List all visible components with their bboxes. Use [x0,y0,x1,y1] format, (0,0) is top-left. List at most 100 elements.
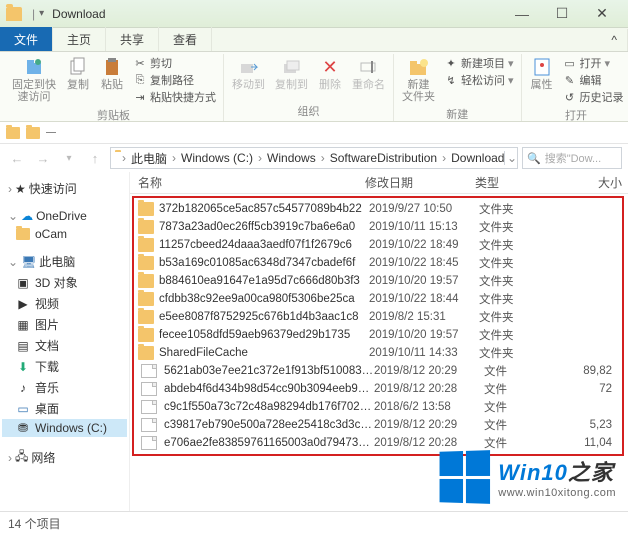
file-row[interactable]: e706ae2fe83859761165003a0d794736ea...201… [134,434,622,452]
nav-videos[interactable]: ▶视频 [2,293,127,314]
copy-button[interactable]: 复制 [62,54,94,106]
file-type: 文件夹 [479,219,534,235]
nav-quick-access[interactable]: ›★快速访问 [2,178,127,199]
file-row[interactable]: c39817eb790e500a728ee25418c3d3c0737...20… [134,416,622,434]
cut-button[interactable]: ✂剪切 [133,55,216,71]
edit-button[interactable]: ✎编辑 [563,72,624,88]
copypath-button[interactable]: ⎘复制路径 [133,72,216,88]
nav-music[interactable]: ♪音乐 [2,377,127,398]
column-headers: 名称 修改日期 类型 大小 [130,172,628,194]
tab-file[interactable]: 文件 [0,27,53,51]
close-button[interactable]: ✕ [582,1,622,27]
star-icon: ★ [15,182,26,196]
drive-icon: ⛃ [16,421,30,435]
file-date: 2018/6/2 13:58 [374,401,484,413]
file-name: e706ae2fe83859761165003a0d794736ea... [164,437,374,449]
newitem-button[interactable]: ✦新建项目 ▾ [444,55,514,71]
moveto-button[interactable]: 移动到 [228,54,269,93]
pin-button[interactable]: 固定到快 速访问 [8,54,60,106]
ribbon-collapse-icon[interactable]: ^ [601,29,628,51]
file-row[interactable]: 5621ab03e7ee21c372e1f913bf5100837d6...20… [134,362,622,380]
col-type[interactable]: 类型 [475,174,530,191]
history-button[interactable]: ↺历史记录 [563,89,624,105]
minimize-button[interactable]: — [502,1,542,27]
file-row[interactable]: e5ee8087f8752925c676b1d4b3aac1c82019/8/2… [134,308,622,326]
file-type: 文件 [484,399,539,415]
file-type: 文件夹 [479,255,534,271]
address-bar[interactable]: ›此电脑 ›Windows (C:) ›Windows ›SoftwareDis… [110,147,518,169]
folder-icon [138,238,154,252]
recent-button[interactable]: ▾ [58,147,80,169]
col-date[interactable]: 修改日期 [365,174,475,191]
file-row[interactable]: 11257cbeed24daaa3aedf07f1f2679c62019/10/… [134,236,622,254]
easyaccess-button[interactable]: ↯轻松访问 ▾ [444,72,514,88]
delete-button[interactable]: ✕删除 [314,54,346,93]
file-row[interactable]: abdeb4f6d434b98d54cc90b3094eeb9eed...201… [134,380,622,398]
ribbon-tabs: 文件 主页 共享 查看 ^ [0,28,628,52]
tab-view[interactable]: 查看 [159,27,212,51]
file-date: 2019/10/20 19:57 [369,275,479,287]
file-type: 文件夹 [479,201,534,217]
file-row[interactable]: b53a169c01085ac6348d7347cbadef6f2019/10/… [134,254,622,272]
file-type: 文件夹 [479,237,534,253]
col-size[interactable]: 大小 [530,174,628,191]
file-name: b53a169c01085ac6348d7347cbadef6f [159,257,369,269]
easyaccess-icon: ↯ [444,73,458,87]
nav-thispc[interactable]: ⌄🖥此电脑 [2,251,127,272]
nav-pictures[interactable]: ▦图片 [2,314,127,335]
file-date: 2019/8/12 20:28 [374,437,484,449]
properties-button[interactable]: 属性 [526,54,558,106]
address-dropdown-icon[interactable]: ⌄ [504,151,518,165]
network-icon: 🖧 [15,447,28,468]
qat-down-icon[interactable]: ▾ [39,8,44,19]
nav-desktop[interactable]: ▭桌面 [2,398,127,419]
search-input[interactable]: 🔍 搜索"Dow... [522,147,622,169]
ribbon-group-clipboard: 固定到快 速访问 复制 粘贴 ✂剪切 ⎘复制路径 ⇥粘贴快捷方式 剪贴板 [4,54,224,121]
copyto-button[interactable]: 复制到 [271,54,312,93]
video-icon: ▶ [16,297,30,311]
file-size: 5,23 [539,419,622,431]
file-name: 5621ab03e7ee21c372e1f913bf5100837d6... [164,365,374,377]
rename-button[interactable]: 重命名 [348,54,389,93]
file-row[interactable]: 372b182065ce5ac857c54577089b4b222019/9/2… [134,200,622,218]
nav-cdrive[interactable]: ⛃Windows (C:) [2,419,127,437]
file-row[interactable]: SharedFileCache2019/10/11 14:33文件夹 [134,344,622,362]
file-row[interactable]: cfdbb38c92ee9a00ca980f5306be25ca2019/10/… [134,290,622,308]
ribbon-group-open: 属性 ▭打开 ▾ ✎编辑 ↺历史记录 打开 [522,54,628,121]
nav-3dobjects[interactable]: ▣3D 对象 [2,272,127,293]
nav-downloads[interactable]: ⬇下载 [2,356,127,377]
tab-share[interactable]: 共享 [106,27,159,51]
file-type: 文件 [484,417,539,433]
file-row[interactable]: 7873a23ad0ec26ff5cb3919c7ba6e6a02019/10/… [134,218,622,236]
nav-onedrive[interactable]: ⌄☁OneDrive [2,207,127,225]
up-button[interactable]: ↑ [84,147,106,169]
folder-icon [138,328,154,342]
file-row[interactable]: fecee1058dfd59aeb96379ed29b17352019/10/2… [134,326,622,344]
breadcrumb[interactable]: ›此电脑 ›Windows (C:) ›Windows ›SoftwareDis… [119,150,504,167]
nav-documents[interactable]: ▤文档 [2,335,127,356]
nav-ocam[interactable]: oCam [2,225,127,243]
open-button[interactable]: ▭打开 ▾ [563,55,624,71]
cube-icon: ▣ [16,276,30,290]
music-icon: ♪ [16,381,30,395]
shortcut-icon: ⇥ [133,90,147,104]
file-type: 文件夹 [479,309,534,325]
tab-home[interactable]: 主页 [53,27,106,51]
file-date: 2019/10/11 15:13 [369,221,479,233]
forward-button[interactable]: → [32,147,54,169]
folder-icon [138,274,154,288]
nav-network[interactable]: ›🖧网络 [2,445,127,470]
pastelnk-button[interactable]: ⇥粘贴快捷方式 [133,89,216,105]
maximize-button[interactable]: ☐ [542,1,582,27]
paste-button[interactable]: 粘贴 [96,54,128,106]
back-button[interactable]: ← [6,147,28,169]
file-row[interactable]: c9c1f550a73c72c48a98294db176f702ddb...20… [134,398,622,416]
file-row[interactable]: b884610ea91647e1a95d7c666d80b3f32019/10/… [134,272,622,290]
file-icon [141,418,157,432]
file-name: 11257cbeed24daaa3aedf07f1f2679c6 [159,239,369,251]
col-name[interactable]: 名称 [130,174,365,191]
newfolder-button[interactable]: 新建 文件夹 [398,54,439,105]
navigation-pane: ›★快速访问 ⌄☁OneDrive oCam ⌄🖥此电脑 ▣3D 对象 ▶视频 … [0,172,130,511]
file-date: 2019/8/12 20:29 [374,419,484,431]
file-icon [141,382,157,396]
